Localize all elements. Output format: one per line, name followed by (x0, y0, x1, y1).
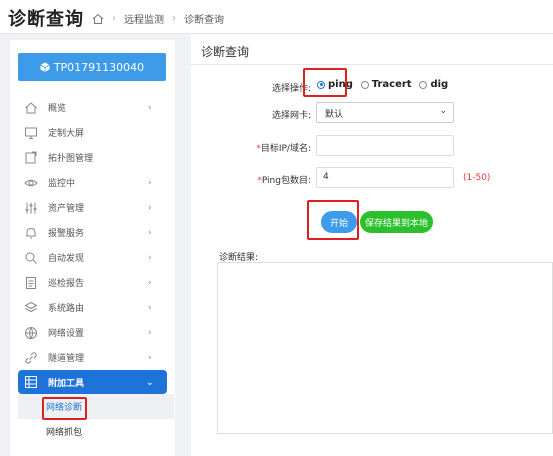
sidebar-item-label: 网络设置 (48, 329, 85, 339)
cube-icon (40, 62, 50, 72)
divider (191, 64, 553, 65)
search-icon (25, 252, 37, 264)
sidebar-item-topology[interactable]: 拓扑图管理 (10, 145, 175, 170)
chevron-right-icon: › (148, 278, 152, 288)
sidebar-item-alarms[interactable]: 报警服务 › (10, 220, 175, 245)
ping-count-input[interactable]: 4 (316, 167, 454, 188)
link-icon (25, 351, 37, 364)
chevron-right-icon: › (148, 253, 152, 263)
sidebar-item-custom-screen[interactable]: 定制大屏 (10, 120, 175, 145)
nic-label: 选择网卡: (271, 111, 311, 121)
sidebar-item-label: 资产管理 (48, 204, 85, 214)
main-panel: 诊断查询 选择操作: ping Tracert dig 选择网卡: 默认 ⌄ *… (191, 34, 553, 456)
globe-icon (25, 326, 37, 340)
sidebar-item-label: 监控中 (48, 179, 76, 189)
eye-icon (24, 179, 38, 186)
radio-dot (360, 80, 369, 89)
sidebar-item-network-settings[interactable]: 网络设置 › (10, 320, 175, 345)
sidebar-item-label: 拓扑图管理 (48, 154, 94, 164)
sidebar-subitem-label: 网络抓包 (46, 428, 83, 438)
breadcrumb-item: 诊断查询 (184, 15, 224, 26)
chevron-down-icon: ⌄ (439, 106, 447, 116)
breadcrumb: › 远程监测 › 诊断查询 (92, 11, 224, 26)
top-bar: 诊断查询 › 远程监测 › 诊断查询 (0, 0, 553, 34)
save-result-button[interactable]: 保存结果到本地 (360, 211, 433, 233)
chevron-right-icon: › (148, 353, 152, 363)
report-icon (26, 276, 36, 289)
home-icon (25, 101, 37, 113)
sidebar-item-tools[interactable]: 附加工具 ⌄ (18, 370, 167, 394)
highlight-box (307, 200, 359, 240)
sidebar-item-discovery[interactable]: 自动发现 › (10, 245, 175, 270)
sidebar-item-label: 自动发现 (48, 254, 85, 264)
sidebar-item-monitoring[interactable]: 监控中 › (10, 170, 175, 195)
radio-label: dig (430, 79, 449, 90)
chevron-right-icon: › (148, 203, 152, 213)
sidebar-item-overview[interactable]: 概览 › (10, 95, 175, 120)
target-input[interactable] (316, 135, 454, 156)
operation-label: 选择操作: (271, 84, 311, 94)
chevron-right-icon: › (148, 228, 152, 238)
sidebar-item-label: 报警服务 (48, 229, 85, 239)
chevron-right-icon: › (112, 13, 116, 24)
sidebar-item-label: 附加工具 (48, 378, 85, 389)
sidebar-item-label: 巡检报告 (48, 279, 85, 289)
radio-label: Tracert (371, 79, 412, 90)
sliders-icon (25, 202, 37, 213)
sidebar: TP01791130040 概览 › 定制大屏 拓扑图管理 监控中 › 资产管理… (10, 40, 175, 456)
sidebar-item-inspection[interactable]: 巡检报告 › (10, 270, 175, 295)
sidebar-item-routing[interactable]: 系统路由 › (10, 295, 175, 320)
chevron-right-icon: › (172, 13, 176, 24)
device-id: TP01791130040 (53, 60, 145, 74)
tools-icon (25, 376, 37, 388)
nic-select[interactable]: 默认 ⌄ (316, 102, 454, 123)
chevron-right-icon: › (148, 328, 152, 338)
highlight-box (303, 68, 347, 97)
device-button[interactable]: TP01791130040 (18, 53, 166, 81)
sidebar-item-label: 定制大屏 (48, 129, 85, 139)
breadcrumb-item[interactable]: 远程监测 (124, 11, 164, 26)
chevron-down-icon: ⌄ (146, 378, 154, 388)
topology-icon (25, 151, 37, 163)
sidebar-item-label: 系统路由 (48, 304, 85, 314)
chevron-right-icon: › (148, 303, 152, 313)
monitor-icon (25, 127, 37, 139)
target-label: *目标IP/域名: (256, 144, 311, 154)
home-icon[interactable] (92, 13, 104, 25)
sidebar-subitem-packet-capture[interactable]: 网络抓包 (10, 419, 175, 444)
page-title: 诊断查询 (8, 9, 84, 30)
panel-title: 诊断查询 (201, 45, 250, 59)
nic-select-value: 默认 (325, 110, 344, 120)
sidebar-nav: 概览 › 定制大屏 拓扑图管理 监控中 › 资产管理 › 报警服务 › 自动发现… (10, 95, 175, 444)
ping-count-hint: (1-50) (463, 173, 491, 183)
bell-icon (26, 227, 36, 238)
sidebar-item-label: 隧道管理 (48, 354, 85, 364)
layers-icon (24, 301, 38, 312)
result-textarea[interactable] (217, 262, 553, 434)
ping-count-label: *Ping包数目: (257, 176, 311, 186)
radio-tracert[interactable]: Tracert (360, 79, 412, 90)
sidebar-item-label: 概览 (48, 104, 67, 114)
sidebar-item-assets[interactable]: 资产管理 › (10, 195, 175, 220)
chevron-right-icon: › (148, 103, 152, 113)
sidebar-item-tunnels[interactable]: 隧道管理 › (10, 345, 175, 370)
highlight-box (42, 397, 87, 420)
chevron-right-icon: › (148, 178, 152, 188)
radio-dot (419, 80, 428, 89)
radio-dig[interactable]: dig (419, 79, 448, 90)
